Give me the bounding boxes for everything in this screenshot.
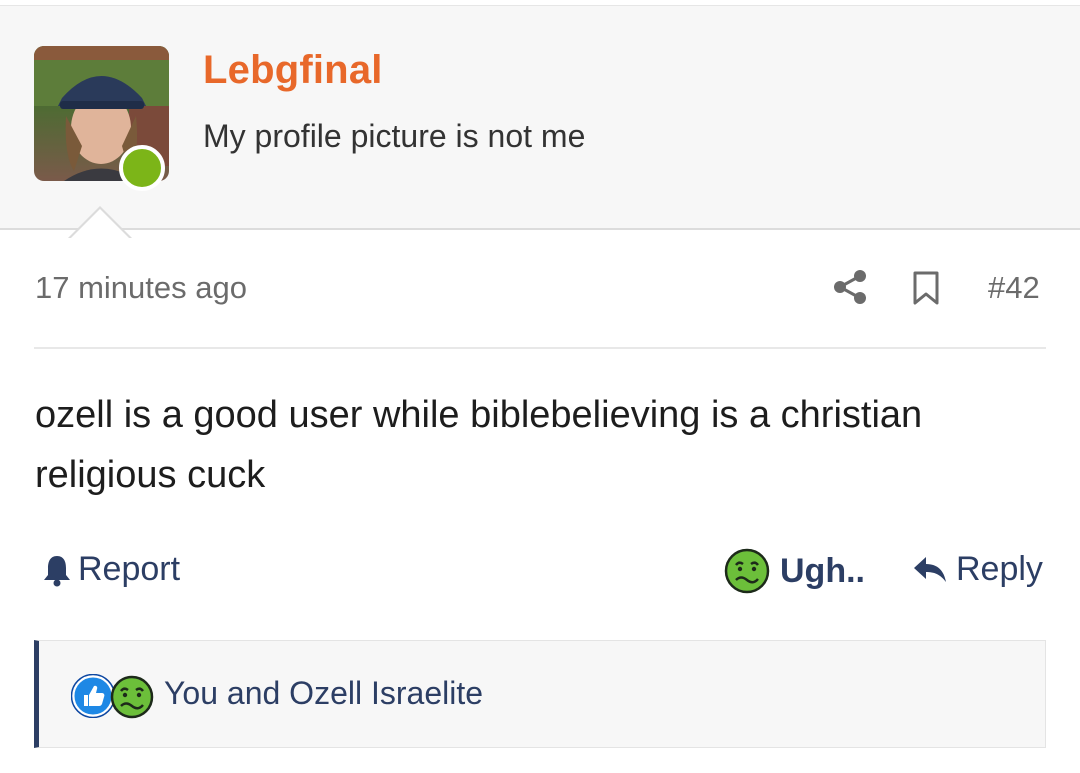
post-body: ozell is a good user while biblebelievin… <box>35 394 923 496</box>
reaction-button[interactable]: Ugh.. <box>724 548 865 594</box>
post-number-link[interactable]: #42 <box>988 270 1040 306</box>
reactions-summary-text[interactable]: You and Ozell Israelite <box>164 675 483 712</box>
reply-button[interactable]: Reply <box>912 550 1043 589</box>
ugh-icon <box>110 675 154 719</box>
user-title: My profile picture is not me <box>203 118 586 154</box>
report-label: Report <box>78 550 181 588</box>
username[interactable]: Lebgfinal <box>203 48 383 93</box>
reply-label: Reply <box>956 550 1043 588</box>
reply-arrow-icon <box>914 556 946 582</box>
share-icon[interactable] <box>832 268 868 306</box>
bell-icon <box>44 555 70 586</box>
reaction-label: Ugh.. <box>780 551 865 590</box>
nauseated-face-icon <box>724 548 770 594</box>
reactions-summary-bar[interactable]: You and Ozell Israelite <box>34 640 1046 748</box>
divider <box>34 347 1046 349</box>
header-pointer <box>68 206 132 239</box>
report-button[interactable]: Report <box>42 550 180 589</box>
post-author-header: Lebgfinal My profile picture is not me <box>0 5 1080 239</box>
post-timestamp[interactable]: 17 minutes ago <box>35 270 247 306</box>
online-status-indicator <box>119 145 165 191</box>
bookmark-icon[interactable] <box>911 270 941 306</box>
